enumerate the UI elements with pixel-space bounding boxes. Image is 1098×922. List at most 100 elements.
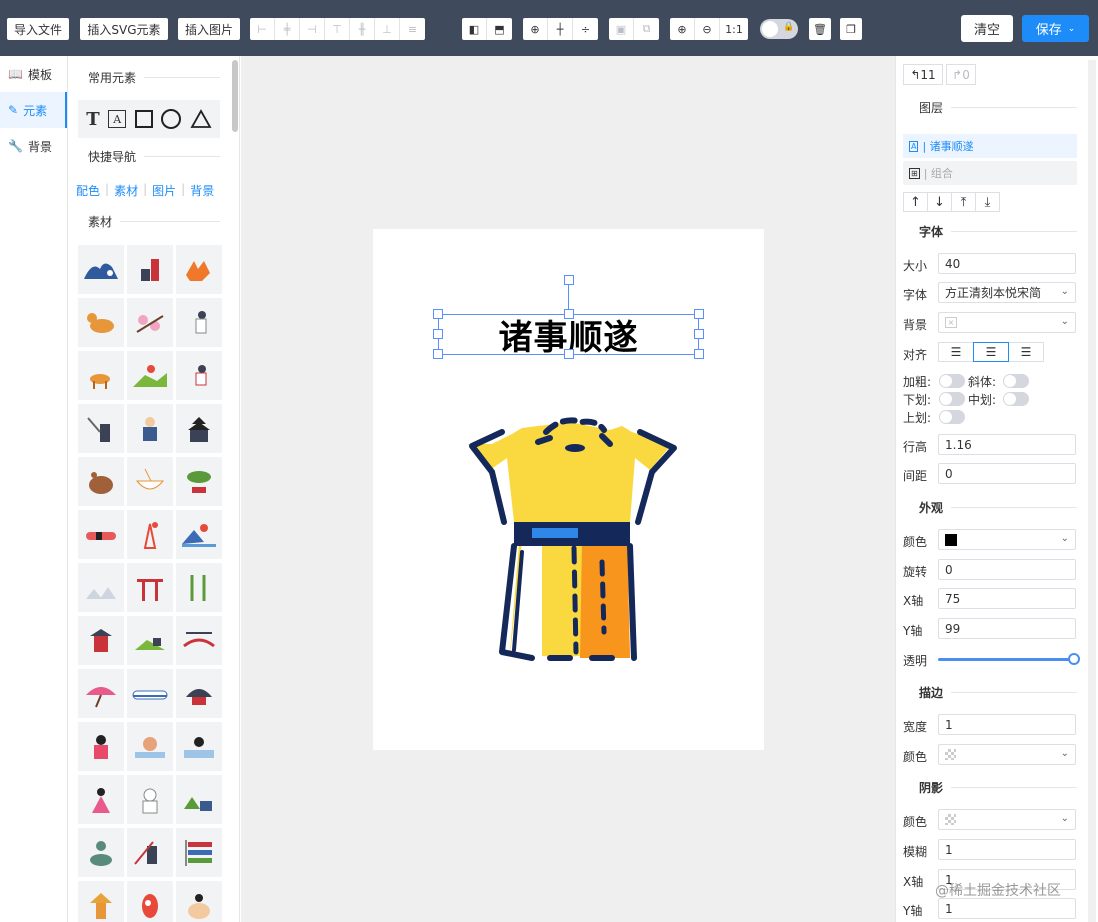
font-size-input[interactable]: 40 — [938, 253, 1076, 274]
undo-button[interactable]: ↰11 — [903, 64, 943, 85]
material-bear[interactable] — [78, 457, 124, 506]
material-dancer[interactable] — [78, 775, 124, 824]
align-vcenter-icon[interactable]: ╫ — [350, 18, 375, 40]
material-fox[interactable] — [176, 245, 222, 294]
flip-horizontal-icon[interactable]: ◧ — [462, 18, 487, 40]
rotate-handle[interactable] — [564, 275, 574, 285]
resize-handle-mr[interactable] — [694, 329, 704, 339]
flip-vertical-icon[interactable]: ⬒ — [487, 18, 512, 40]
strike-switch[interactable] — [1003, 392, 1029, 406]
rectangle-icon[interactable] — [135, 110, 153, 128]
material-pagoda[interactable] — [78, 616, 124, 665]
resize-handle-bl[interactable] — [433, 349, 443, 359]
material-kendo[interactable] — [127, 828, 173, 877]
resize-handle-tc[interactable] — [564, 309, 574, 319]
center-icon[interactable]: ┼ — [548, 18, 573, 40]
material-samurai[interactable] — [78, 404, 124, 453]
bold-switch[interactable] — [939, 374, 965, 388]
material-sushi[interactable] — [78, 510, 124, 559]
align-bottom-icon[interactable]: ⊥ — [375, 18, 400, 40]
stroke-color-select[interactable]: ⌄ — [938, 744, 1076, 765]
material-huts[interactable] — [78, 563, 124, 612]
align-right-icon[interactable]: ⊣ — [300, 18, 325, 40]
tab-background[interactable]: 🔧 背景 — [0, 128, 67, 164]
material-helmet[interactable] — [176, 669, 222, 718]
material-mountain[interactable] — [176, 510, 222, 559]
material-blossom[interactable] — [127, 298, 173, 347]
resize-handle-ml[interactable] — [433, 329, 443, 339]
material-onsen-monkey[interactable] — [127, 722, 173, 771]
zoom-in-icon[interactable]: ⊕ — [670, 18, 695, 40]
material-bath[interactable] — [176, 722, 222, 771]
material-koi[interactable] — [127, 881, 173, 922]
blur-input[interactable]: 1 — [938, 839, 1076, 860]
arrow-bottom-icon[interactable]: ⤓ — [975, 192, 1000, 212]
distribute-icon[interactable]: ≡ — [400, 18, 425, 40]
material-karate[interactable] — [176, 298, 222, 347]
align-top-icon[interactable]: ⊤ — [325, 18, 350, 40]
material-dog[interactable] — [78, 298, 124, 347]
send-down-icon[interactable]: ÷ — [573, 18, 598, 40]
font-family-select[interactable]: 方正清刻本悦宋简 ⌄ — [938, 282, 1076, 303]
material-baseball[interactable] — [176, 351, 222, 400]
underline-switch[interactable] — [939, 392, 965, 406]
fill-color-select[interactable]: ⌄ — [938, 529, 1076, 550]
resize-handle-bc[interactable] — [564, 349, 574, 359]
dress-illustration[interactable] — [462, 412, 682, 667]
material-tea[interactable] — [127, 616, 173, 665]
bring-up-icon[interactable]: ⊕ — [523, 18, 548, 40]
italic-switch[interactable] — [1003, 374, 1029, 388]
clear-button[interactable]: 清空 — [961, 15, 1013, 42]
text-icon[interactable]: T — [86, 109, 99, 130]
material-castle[interactable] — [176, 404, 222, 453]
layer-item-text[interactable]: A | 诸事顺遂 — [903, 134, 1077, 158]
material-sunset-hill[interactable] — [127, 351, 173, 400]
align-hcenter-icon[interactable]: ╪ — [275, 18, 300, 40]
stroke-width-input[interactable]: 1 — [938, 714, 1076, 735]
y-input[interactable]: 99 — [938, 618, 1076, 639]
align-left-icon[interactable]: ⊢ — [250, 18, 275, 40]
insert-svg-button[interactable]: 插入SVG元素 — [80, 18, 168, 40]
zoom-reset-button[interactable]: 1:1 — [720, 18, 748, 40]
circle-icon[interactable] — [161, 109, 181, 129]
lineheight-input[interactable]: 1.16 — [938, 434, 1076, 455]
zoom-out-icon[interactable]: ⊖ — [695, 18, 720, 40]
material-lantern-man[interactable] — [78, 881, 124, 922]
material-torii[interactable] — [127, 563, 173, 612]
material-deer[interactable] — [78, 351, 124, 400]
lock-toggle[interactable]: 🔒 — [760, 19, 798, 39]
arrow-top-icon[interactable]: ⤒ — [951, 192, 976, 212]
resize-handle-tl[interactable] — [433, 309, 443, 319]
arrow-up-icon[interactable]: ↑ — [903, 192, 928, 212]
material-geisha[interactable] — [78, 722, 124, 771]
save-button[interactable]: 保存 ⌄ — [1022, 15, 1089, 42]
nav-link-materials[interactable]: 素材 — [114, 182, 138, 199]
material-bottles[interactable] — [127, 245, 173, 294]
background-color-select[interactable]: × ⌄ — [938, 312, 1076, 333]
ungroup-icon[interactable]: ⧉ — [634, 18, 659, 40]
layer-item-group[interactable]: ⊞ | 组合 — [903, 161, 1077, 185]
opacity-slider[interactable] — [938, 658, 1074, 661]
nav-link-colors[interactable]: 配色 — [76, 182, 100, 199]
opacity-slider-thumb[interactable] — [1068, 653, 1080, 665]
resize-handle-br[interactable] — [694, 349, 704, 359]
material-bamboo[interactable] — [176, 563, 222, 612]
shadow-y-input[interactable]: 1 — [938, 898, 1076, 919]
text-align-left-icon[interactable]: ☰ — [938, 342, 974, 362]
tab-template[interactable]: 📖 模板 — [0, 56, 67, 92]
nav-link-images[interactable]: 图片 — [152, 182, 176, 199]
properties-scrollbar[interactable] — [1088, 60, 1096, 922]
arrow-down-icon[interactable]: ↓ — [927, 192, 952, 212]
material-buddha[interactable] — [78, 828, 124, 877]
material-lucky-cat[interactable] — [127, 775, 173, 824]
clone-icon[interactable]: ❐ — [840, 18, 862, 40]
material-noodles[interactable] — [127, 457, 173, 506]
material-sumo[interactable] — [176, 881, 222, 922]
insert-image-button[interactable]: 插入图片 — [178, 18, 240, 40]
material-bridge[interactable] — [176, 616, 222, 665]
shadow-color-select[interactable]: ⌄ — [938, 809, 1076, 830]
textbox-icon[interactable]: A — [108, 110, 126, 128]
import-file-button[interactable]: 导入文件 — [7, 18, 69, 40]
text-align-right-icon[interactable]: ☰ — [1008, 342, 1044, 362]
material-wave[interactable] — [78, 245, 124, 294]
